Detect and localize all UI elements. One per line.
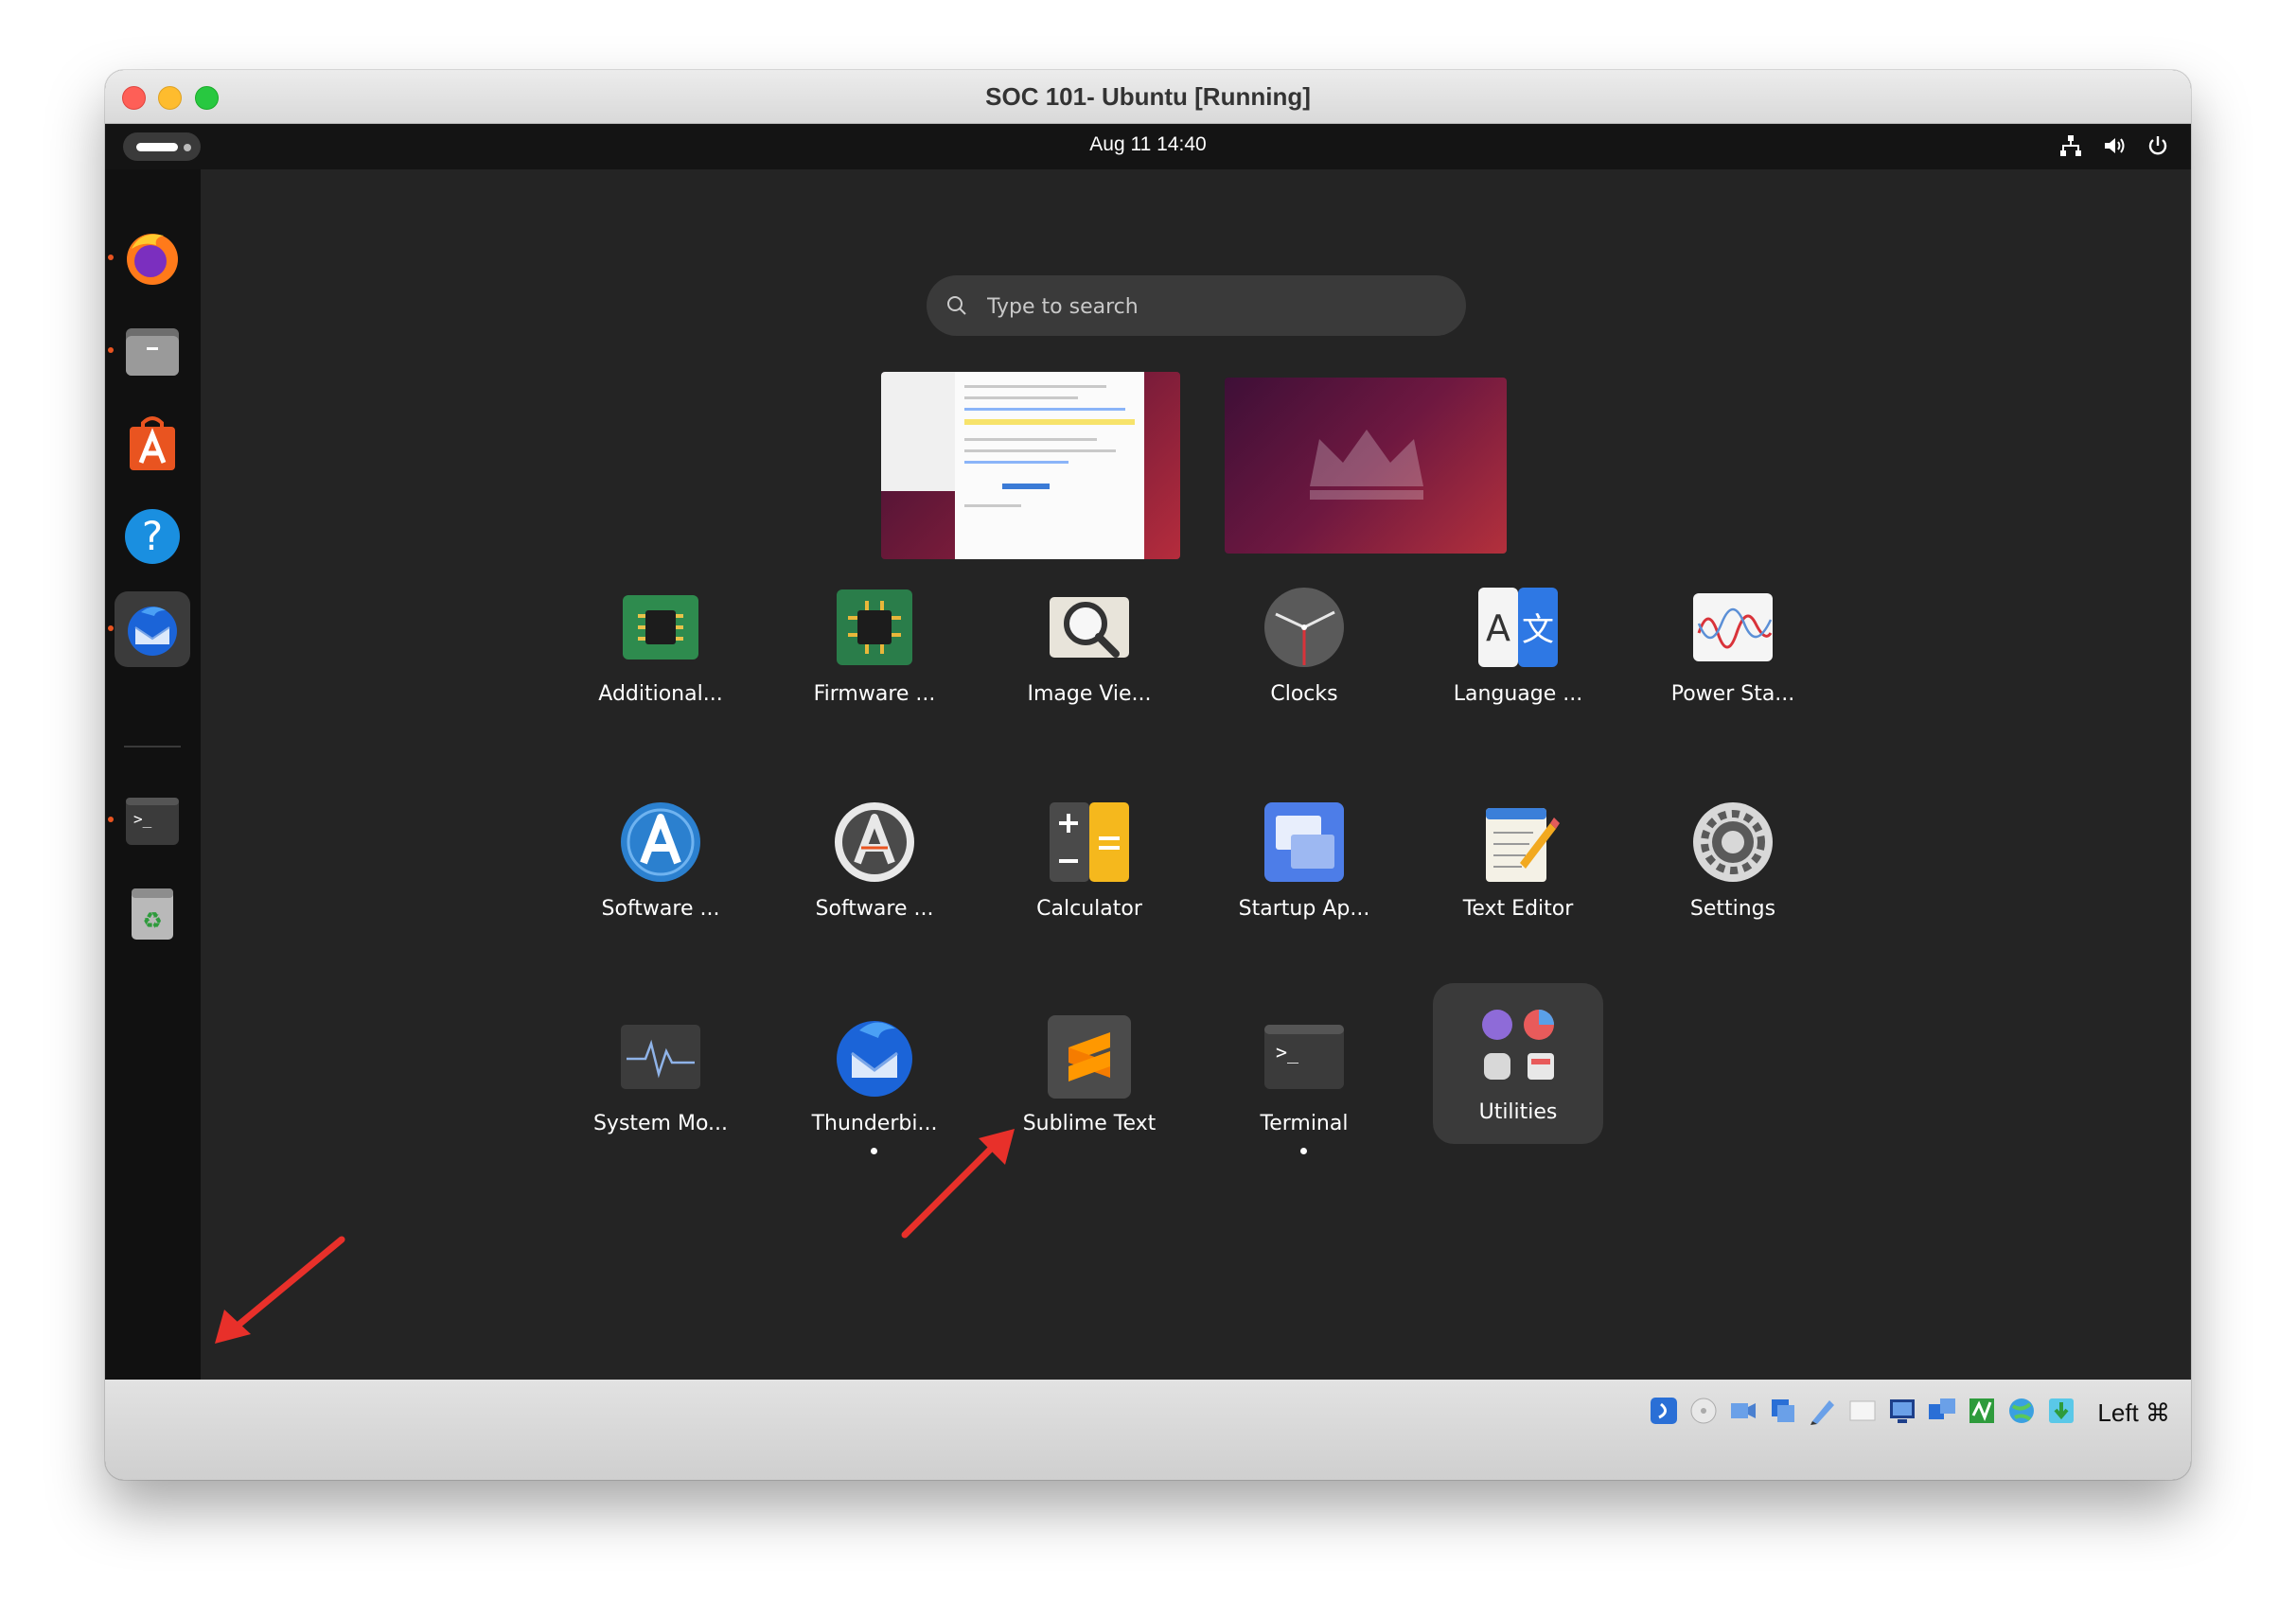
globe-icon[interactable] [2005,1395,2038,1427]
search-icon [947,296,966,315]
vm-status-icons [1648,1395,2077,1427]
app-power-statistics[interactable]: Power Sta... [1648,565,1818,726]
app-sublime-text[interactable]: Sublime Text [1004,994,1174,1155]
display-blank-icon[interactable] [1846,1395,1879,1427]
thunderbird-icon [128,607,177,656]
help-icon: ? [125,509,180,564]
title-bar: SOC 101- Ubuntu [Running] [105,70,2191,124]
crown-wallpaper-icon [1310,430,1423,500]
dock-files[interactable] [108,313,190,389]
running-indicator [1300,1148,1307,1154]
dock-thunderbird[interactable] [108,591,190,667]
terminal-icon: >_ [126,798,179,845]
app-terminal[interactable]: >_ Terminal [1219,994,1389,1155]
vm-screen: Aug 11 14:40 ? >_ ♻ Type to search Addit… [105,124,2191,1474]
calculator-icon [1050,802,1129,882]
search-bar[interactable] [927,275,1466,336]
files-icon [126,328,179,376]
thunderbird-icon [837,1021,912,1097]
window-title: SOC 101- Ubuntu [Running] [985,82,1311,111]
volume-icon[interactable] [2102,133,2127,158]
gear-icon [1693,802,1773,882]
app-software-center[interactable]: Software ... [575,780,746,941]
dock-help[interactable]: ? [115,499,190,574]
firmware-chip-icon [837,589,912,665]
chip-icon [623,595,698,660]
svg-text:文: 文 [1522,611,1554,649]
startup-windows-icon [1264,802,1344,882]
search-input[interactable] [985,287,1443,326]
app-software-updater[interactable]: Software ... [789,780,960,941]
app-image-viewer[interactable]: Image Vie... [1004,565,1174,726]
svg-text:♻: ♻ [142,907,163,934]
firefox-icon [127,234,178,285]
usb-pen-icon[interactable] [1807,1395,1839,1427]
dock: ? >_ ♻ [105,169,201,1474]
svg-text:>_: >_ [1276,1041,1299,1064]
clock-icon [1264,588,1344,667]
notepad-pencil-icon [1486,808,1560,882]
sublime-text-icon [1048,1015,1131,1099]
svg-text:A: A [1486,607,1510,649]
dock-separator [124,746,181,747]
app-system-monitor[interactable]: System Mo... [575,994,746,1155]
app-settings[interactable]: Settings [1648,780,1818,941]
trash-icon: ♻ [132,888,173,940]
utilities-folder-icon [1482,1010,1554,1080]
audio-icon[interactable] [1648,1395,1680,1427]
svg-text:>_: >_ [133,810,152,828]
video-capture-icon[interactable] [1727,1395,1759,1427]
graph-icon [1693,593,1773,661]
vm-window: SOC 101- Ubuntu [Running] Aug 11 14:40 ?… [105,70,2191,1480]
app-additional-drivers[interactable]: Additional... [575,565,746,726]
dock-app-center[interactable] [115,406,190,482]
app-startup-applications[interactable]: Startup Ap... [1219,780,1389,941]
app-firmware-updater[interactable]: Firmware ... [789,565,960,726]
app-language-support[interactable]: A 文 Language ... [1433,565,1603,726]
power-icon[interactable] [2146,133,2170,158]
activity-graph-icon [621,1025,700,1089]
running-indicator [871,1148,877,1154]
shared-folders-icon[interactable] [1767,1395,1799,1427]
annotation-arrow-show-apps [215,1236,345,1344]
dock-firefox[interactable] [108,220,190,296]
annotation-arrow-sublime [901,1129,1015,1239]
svg-text:?: ? [142,513,163,559]
system-tray[interactable] [2058,133,2170,158]
software-bag-icon [130,416,175,470]
vm-status-bar: Left ⌘ [105,1380,2191,1480]
app-folder-utilities[interactable]: Utilities [1433,983,1603,1144]
app-calculator[interactable]: Calculator [1004,780,1174,941]
software-updater-icon [835,802,914,882]
magnifier-icon [1050,597,1129,658]
download-arrow-icon[interactable] [2045,1395,2077,1427]
app-clocks[interactable]: Clocks [1219,565,1389,726]
terminal-icon: >_ [1264,1025,1344,1089]
workspace-thumbnail-2[interactable] [1225,378,1507,554]
app-text-editor[interactable]: Text Editor [1433,780,1603,941]
translate-icon: A 文 [1478,588,1558,667]
network-icon[interactable] [2058,133,2083,158]
workspace-thumbnail-1[interactable] [881,372,1180,559]
display-icon[interactable] [1886,1395,1918,1427]
host-key-label: Left ⌘ [2097,1398,2170,1427]
network-adapter-icon[interactable] [1926,1395,1958,1427]
dock-terminal[interactable]: >_ [108,783,190,858]
dock-trash[interactable]: ♻ [115,875,190,951]
top-bar: Aug 11 14:40 [105,124,2191,169]
clock[interactable]: Aug 11 14:40 [105,133,2191,156]
cpu-activity-icon[interactable] [1966,1395,1998,1427]
optical-drive-icon[interactable] [1687,1395,1720,1427]
software-a-icon [621,802,700,882]
